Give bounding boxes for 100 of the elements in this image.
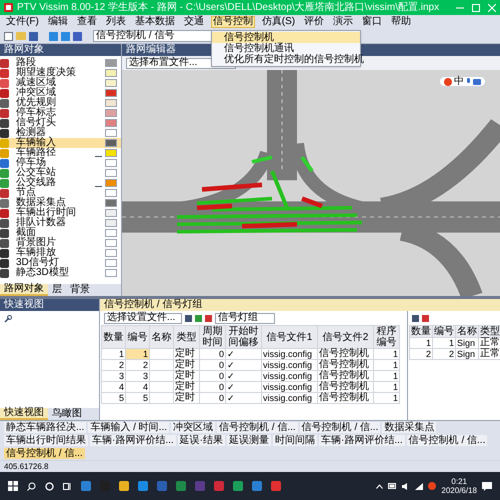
network-object-item[interactable]: 优先规则 bbox=[0, 98, 121, 108]
color-swatch[interactable] bbox=[105, 219, 117, 227]
color-swatch[interactable] bbox=[105, 69, 117, 77]
network-object-item[interactable]: 公交线路 bbox=[0, 178, 121, 188]
microphone-icon[interactable] bbox=[466, 78, 471, 85]
new-file-button[interactable] bbox=[4, 32, 13, 40]
menu-item[interactable]: 仿真(S) bbox=[260, 16, 298, 28]
notification-icon[interactable] bbox=[482, 482, 492, 490]
menu-item[interactable]: 窗口 bbox=[360, 16, 384, 28]
menu-item[interactable]: 文件(F) bbox=[4, 16, 41, 28]
maximize-icon[interactable] bbox=[472, 4, 480, 12]
list-tab[interactable]: 冲突区域 bbox=[171, 422, 216, 433]
menu-item[interactable]: 演示 bbox=[331, 16, 356, 28]
keyboard-icon[interactable] bbox=[473, 78, 481, 84]
menu-item[interactable]: 评价 bbox=[302, 16, 326, 28]
network-canvas[interactable]: 中 bbox=[122, 70, 500, 296]
network-object-item[interactable]: 车辆输入 bbox=[0, 138, 121, 148]
dropdown-item[interactable]: 信号控制机通讯 bbox=[212, 43, 360, 54]
column-header[interactable]: 名称 bbox=[456, 326, 478, 338]
color-swatch[interactable] bbox=[105, 99, 117, 107]
tray-chevron-icon[interactable] bbox=[376, 484, 384, 488]
network-object-item[interactable]: 截面 bbox=[0, 228, 121, 238]
clock-date[interactable]: 2020/6/18 bbox=[441, 486, 477, 494]
color-swatch[interactable] bbox=[105, 129, 117, 137]
color-swatch[interactable] bbox=[105, 149, 117, 157]
list-tab[interactable]: 信号控制机 / 信... bbox=[217, 422, 298, 433]
network-object-item[interactable]: 3D信号灯 bbox=[0, 258, 121, 268]
tray-app-icon[interactable] bbox=[428, 482, 436, 490]
circle-icon[interactable] bbox=[45, 482, 54, 490]
menu-item[interactable]: 编辑 bbox=[46, 16, 70, 28]
play-button[interactable] bbox=[49, 32, 58, 40]
list-tab[interactable]: 车辆输入 / 时间... bbox=[88, 422, 170, 433]
column-header[interactable]: 信号文件1 bbox=[262, 326, 318, 348]
column-header[interactable]: 名称 bbox=[150, 326, 174, 348]
column-header[interactable]: 程序编号 bbox=[374, 326, 400, 348]
network-object-item[interactable]: 车辆路径 bbox=[0, 148, 121, 158]
list-tab[interactable]: 车辆·路网评价结... bbox=[319, 435, 405, 446]
network-object-item[interactable]: 检测器 bbox=[0, 128, 121, 138]
menu-item[interactable]: 基本数据 bbox=[132, 16, 177, 28]
column-header[interactable]: 周期时间 bbox=[200, 326, 226, 348]
list-tab[interactable]: 静态车辆路径决... bbox=[4, 422, 86, 433]
color-swatch[interactable] bbox=[105, 159, 117, 167]
color-swatch[interactable] bbox=[105, 189, 117, 197]
column-header[interactable]: 开始时间偏移 bbox=[226, 326, 262, 348]
list-tab[interactable]: 延误测量 bbox=[227, 435, 272, 446]
panel-tab[interactable]: 路网对象 bbox=[0, 284, 48, 296]
ime-mode-label[interactable]: 中 bbox=[454, 76, 464, 86]
list-tab[interactable]: 车辆·路网评价结... bbox=[90, 435, 176, 446]
list-tab[interactable]: 数据采集点 bbox=[382, 422, 436, 433]
network-object-item[interactable]: 背景图片 bbox=[0, 238, 121, 248]
network-object-item[interactable]: 数据采集点 bbox=[0, 198, 121, 208]
column-header[interactable]: 信号文件2 bbox=[318, 326, 374, 348]
column-header[interactable]: 数量 bbox=[410, 326, 432, 338]
network-object-item[interactable]: 静态3D模型 bbox=[0, 268, 121, 278]
dropdown-item[interactable]: 信号控制机 bbox=[212, 32, 360, 43]
color-swatch[interactable] bbox=[105, 169, 117, 177]
stop-button[interactable] bbox=[73, 32, 82, 40]
network-object-item[interactable]: 停车场 bbox=[0, 158, 121, 168]
network-object-item[interactable]: 车辆排放 bbox=[0, 248, 121, 258]
network-object-item[interactable]: 公交车站 bbox=[0, 168, 121, 178]
network-icon[interactable] bbox=[415, 482, 424, 490]
list-tab[interactable]: 信号控制机 / 信... bbox=[406, 435, 488, 446]
color-swatch[interactable] bbox=[105, 179, 117, 187]
menu-item[interactable]: 列表 bbox=[104, 16, 128, 28]
close-icon[interactable] bbox=[488, 4, 496, 12]
network-object-item[interactable]: 停车标志 bbox=[0, 108, 121, 118]
network-object-item[interactable]: 节点 bbox=[0, 188, 121, 198]
column-header[interactable]: 编号 bbox=[432, 326, 456, 338]
network-object-item[interactable]: 路段 bbox=[0, 58, 121, 68]
layout-dropdown[interactable]: 选择设置文件... bbox=[104, 312, 182, 324]
color-swatch[interactable] bbox=[105, 249, 117, 257]
color-swatch[interactable] bbox=[105, 109, 117, 117]
column-header[interactable]: 类型 bbox=[174, 326, 200, 348]
list-tab[interactable]: 时间间隔 bbox=[273, 435, 318, 446]
list-tab[interactable]: 延误·结果 bbox=[178, 435, 226, 446]
color-swatch[interactable] bbox=[105, 79, 117, 87]
wrench-icon[interactable] bbox=[4, 315, 12, 323]
column-header[interactable]: 编号 bbox=[126, 326, 150, 348]
list-tab[interactable]: 信号控制机 / 信... bbox=[4, 448, 85, 459]
network-object-item[interactable]: 冲突区域 bbox=[0, 88, 121, 98]
menu-item[interactable]: 信号控制 bbox=[210, 16, 255, 28]
list-tab[interactable]: 信号控制机 / 信... bbox=[300, 422, 380, 433]
color-swatch[interactable] bbox=[105, 259, 117, 267]
clock-time[interactable]: 0:21 bbox=[451, 478, 467, 486]
color-swatch[interactable] bbox=[105, 269, 117, 277]
list-tab[interactable]: 车辆出行时间结果 bbox=[4, 435, 88, 446]
menu-item[interactable]: 帮助 bbox=[389, 16, 414, 28]
menu-item[interactable]: 交通 bbox=[182, 16, 206, 28]
task-view-icon[interactable] bbox=[63, 482, 72, 490]
network-object-item[interactable]: 信号灯头 bbox=[0, 118, 121, 128]
network-object-item[interactable]: 车辆出行时间 bbox=[0, 208, 121, 218]
color-swatch[interactable] bbox=[105, 209, 117, 217]
menu-item[interactable]: 查看 bbox=[74, 16, 99, 28]
windows-logo-icon[interactable] bbox=[8, 481, 18, 491]
panel-tab[interactable]: 背景 bbox=[66, 284, 94, 296]
color-swatch[interactable] bbox=[105, 199, 117, 207]
step-button[interactable] bbox=[61, 32, 70, 40]
color-swatch[interactable] bbox=[105, 119, 117, 127]
column-header[interactable]: 类型 bbox=[478, 326, 500, 338]
color-swatch[interactable] bbox=[105, 59, 117, 67]
